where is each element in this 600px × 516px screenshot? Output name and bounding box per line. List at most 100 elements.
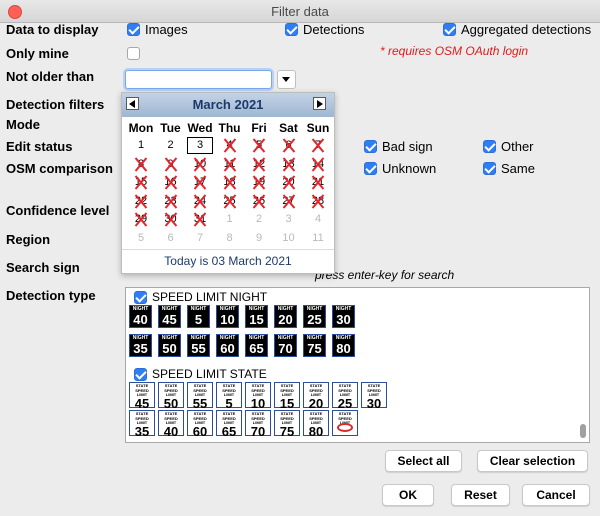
speed-limit-night-sign[interactable]: NIGHT 25: [303, 305, 326, 328]
speed-limit-state-sign[interactable]: STATE SPEED LIMIT 40: [158, 410, 184, 438]
speed-limit-state-sign[interactable]: STATE SPEED LIMIT 15: [274, 382, 300, 410]
speed-limit-night-sign[interactable]: NIGHT 70: [274, 334, 297, 357]
scrollbar[interactable]: [580, 292, 586, 438]
speed-limit-state-sign[interactable]: STATE SPEED LIMIT 80: [303, 410, 329, 438]
speed-limit-state-sign[interactable]: STATE SPEED LIMIT 25: [332, 382, 358, 410]
calendar-day[interactable]: 28: [303, 193, 333, 210]
speed-limit-night-sign[interactable]: NIGHT 45: [158, 305, 181, 328]
scrollbar-thumb[interactable]: [580, 424, 586, 438]
sign-value: 30: [336, 312, 351, 327]
sign-value: 45: [134, 395, 150, 411]
calendar-day[interactable]: 4: [215, 137, 245, 154]
speed-limit-night-sign[interactable]: NIGHT 80: [332, 334, 355, 357]
calendar-day[interactable]: 26: [244, 193, 274, 210]
calendar-day[interactable]: 2: [156, 137, 186, 154]
calendar-month: March 2021: [192, 97, 264, 112]
calendar-day[interactable]: 31: [185, 211, 215, 228]
calendar-day[interactable]: 22: [126, 193, 156, 210]
images-checkbox[interactable]: [127, 23, 140, 36]
unavailable-cross-icon: [164, 157, 178, 172]
calendar-day[interactable]: 5: [244, 137, 274, 154]
speed-limit-state-sign[interactable]: STATE SPEED LIMIT 65: [216, 410, 242, 438]
bad-sign-checkbox-label: Bad sign: [382, 139, 433, 154]
next-month-icon[interactable]: [313, 97, 326, 110]
calendar-day[interactable]: 25: [215, 193, 245, 210]
calendar-day[interactable]: 8: [126, 156, 156, 173]
calendar-day[interactable]: 14: [303, 156, 333, 173]
calendar-day[interactable]: 17: [185, 174, 215, 191]
speed-limit-night-sign[interactable]: NIGHT 35: [129, 334, 152, 357]
unavailable-cross-icon: [193, 157, 207, 172]
calendar-day[interactable]: 9: [156, 156, 186, 173]
date-picker-button[interactable]: [277, 70, 296, 89]
sign-value: 70: [250, 423, 266, 439]
calendar-day[interactable]: 10: [185, 156, 215, 173]
calendar-day[interactable]: 16: [156, 174, 186, 191]
speed-limit-night-sign[interactable]: NIGHT 55: [187, 334, 210, 357]
speed-limit-night-sign[interactable]: NIGHT 10: [216, 305, 239, 328]
speed-limit-night-sign[interactable]: NIGHT 60: [216, 334, 239, 357]
calendar-day[interactable]: 23: [156, 193, 186, 210]
calendar-day[interactable]: 12: [244, 156, 274, 173]
speed-limit-state-sign[interactable]: STATE SPEED LIMIT 5: [216, 382, 242, 410]
speed-limit-night-sign[interactable]: NIGHT 75: [303, 334, 326, 357]
speed-limit-state-sign[interactable]: STATE SPEED LIMIT 75: [274, 410, 300, 438]
select-all-button[interactable]: Select all: [385, 450, 462, 472]
calendar-today[interactable]: Today is 03 March 2021: [122, 249, 334, 274]
same-checkbox[interactable]: [483, 162, 496, 175]
unavailable-cross-icon: [311, 175, 325, 190]
calendar-day[interactable]: 20: [274, 174, 304, 191]
bad-sign-checkbox[interactable]: [364, 140, 377, 153]
unavailable-cross-icon: [164, 175, 178, 190]
calendar-day[interactable]: 27: [274, 193, 304, 210]
speed-limit-state-sign[interactable]: STATE SPEED LIMIT 35: [129, 410, 155, 438]
speed-limit-night-sign[interactable]: NIGHT 50: [158, 334, 181, 357]
speed-limit-state-sign[interactable]: STATE SPEED LIMIT: [332, 410, 358, 436]
calendar-day[interactable]: 7: [303, 137, 333, 154]
other-checkbox[interactable]: [483, 140, 496, 153]
calendar-day[interactable]: 11: [215, 156, 245, 173]
speed-limit-night-sign[interactable]: NIGHT 20: [274, 305, 297, 328]
calendar-day[interactable]: 13: [274, 156, 304, 173]
calendar-day[interactable]: 1: [126, 137, 156, 154]
calendar-day-number: 1: [226, 213, 233, 225]
clear-selection-button[interactable]: Clear selection: [477, 450, 588, 472]
reset-button[interactable]: Reset: [451, 484, 510, 506]
window-title: Filter data: [271, 4, 329, 19]
calendar-day[interactable]: 6: [274, 137, 304, 154]
speed-limit-state-sign[interactable]: STATE SPEED LIMIT 50: [158, 382, 184, 410]
calendar-day[interactable]: 15: [126, 174, 156, 191]
group-label: SPEED LIMIT NIGHT: [152, 290, 268, 304]
speed-limit-state-sign[interactable]: STATE SPEED LIMIT 55: [187, 382, 213, 410]
detection-type-list[interactable]: SPEED LIMIT NIGHT NIGHT 40 NIGHT 45 NIGHT 5 NIG…: [125, 287, 590, 443]
calendar-day[interactable]: 30: [156, 211, 186, 228]
speed-limit-state-sign[interactable]: STATE SPEED LIMIT 60: [187, 410, 213, 438]
cancel-button[interactable]: Cancel: [522, 484, 590, 506]
speed-limit-state-sign[interactable]: STATE SPEED LIMIT 20: [303, 382, 329, 410]
calendar-day[interactable]: 3: [187, 137, 213, 154]
speed-limit-night-sign[interactable]: NIGHT 5: [187, 305, 210, 328]
calendar-day-number: 2: [255, 213, 263, 225]
speed-limit-state-sign[interactable]: STATE SPEED LIMIT 10: [245, 382, 271, 410]
calendar-day[interactable]: 29: [126, 211, 156, 228]
calendar-day[interactable]: 21: [303, 174, 333, 191]
group-checkbox[interactable]: [134, 368, 147, 381]
calendar-day[interactable]: 18: [215, 174, 245, 191]
speed-limit-night-sign[interactable]: NIGHT 40: [129, 305, 152, 328]
calendar-day[interactable]: 24: [185, 193, 215, 210]
calendar-day[interactable]: 19: [244, 174, 274, 191]
speed-limit-state-sign[interactable]: STATE SPEED LIMIT 45: [129, 382, 155, 411]
speed-limit-night-sign[interactable]: NIGHT 15: [245, 305, 268, 328]
unknown-checkbox[interactable]: [364, 162, 377, 175]
speed-limit-night-sign[interactable]: NIGHT 30: [332, 305, 355, 328]
not-older-than-input[interactable]: [125, 70, 272, 89]
aggregated-detections-checkbox[interactable]: [443, 23, 456, 36]
ok-button[interactable]: OK: [382, 484, 434, 506]
speed-limit-state-sign[interactable]: STATE SPEED LIMIT 70: [245, 410, 271, 439]
group-checkbox[interactable]: [134, 291, 147, 304]
speed-limit-night-sign[interactable]: NIGHT 65: [245, 334, 268, 357]
speed-limit-state-sign[interactable]: STATE SPEED LIMIT 30: [361, 382, 387, 410]
only-mine-checkbox[interactable]: [127, 47, 140, 60]
unavailable-cross-icon: [311, 194, 325, 209]
detections-checkbox[interactable]: [285, 23, 298, 36]
